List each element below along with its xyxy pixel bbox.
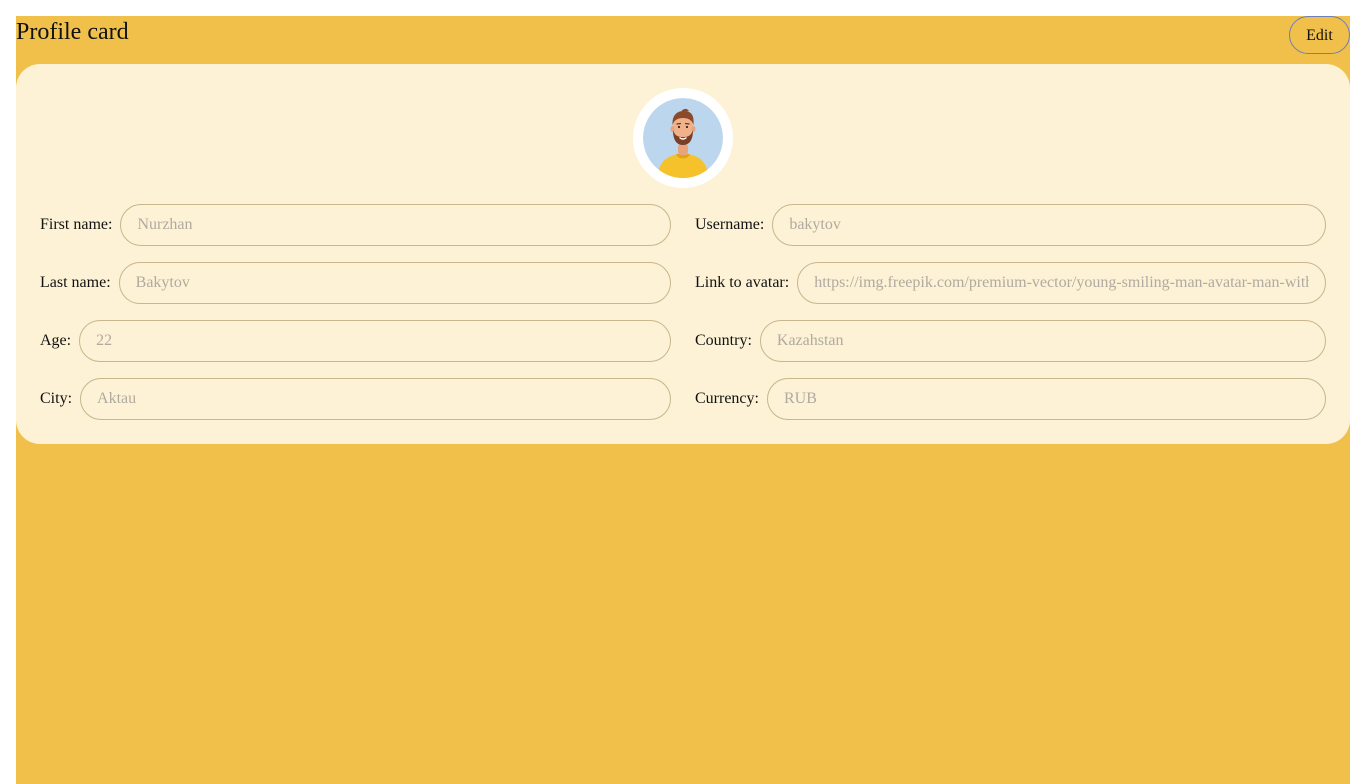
first-name-label: First name:: [40, 216, 113, 233]
country-label: Country:: [695, 332, 752, 349]
avatar-link-label: Link to avatar:: [695, 274, 790, 291]
edit-button[interactable]: Edit: [1289, 16, 1350, 54]
avatar-frame: [633, 88, 733, 188]
age-input[interactable]: [79, 320, 671, 362]
user-avatar-icon: [643, 98, 723, 178]
currency-label: Currency:: [695, 390, 759, 407]
currency-row: Currency:: [695, 378, 1326, 420]
profile-card: First name: Last name: Age: City: Userna…: [16, 64, 1350, 444]
last-name-row: Last name:: [40, 262, 671, 304]
age-label: Age:: [40, 332, 72, 349]
avatar-link-input[interactable]: [797, 262, 1326, 304]
profile-page: Profile card Edit First name: Nurzhan La…: [16, 16, 1350, 784]
username-input[interactable]: [772, 204, 1326, 246]
city-row: City:: [40, 378, 671, 420]
first-name-input[interactable]: [120, 204, 671, 246]
last-name-input[interactable]: [118, 262, 671, 304]
country-row: Country:: [695, 320, 1326, 362]
avatar-link-row: Link to avatar:: [695, 262, 1326, 304]
username-row: Username:: [695, 204, 1326, 246]
page-title: Profile card: [16, 19, 129, 45]
first-name-row: First name:: [40, 204, 671, 246]
city-label: City:: [40, 390, 73, 407]
username-label: Username:: [695, 216, 765, 233]
last-name-label: Last name:: [40, 274, 111, 291]
avatar: [643, 98, 723, 178]
country-input[interactable]: [759, 320, 1326, 362]
age-row: Age:: [40, 320, 671, 362]
city-input[interactable]: [80, 378, 671, 420]
currency-input[interactable]: [766, 378, 1326, 420]
